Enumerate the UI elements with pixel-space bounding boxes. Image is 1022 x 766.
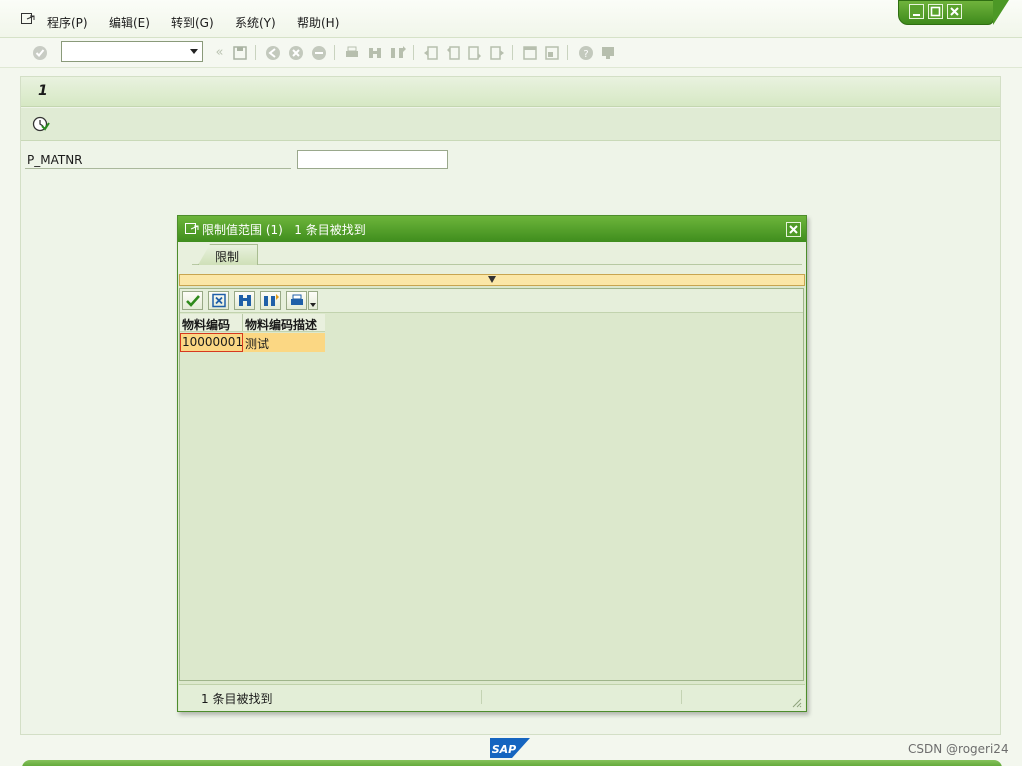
dialog-status-bar: 1 条目被找到: [179, 684, 805, 711]
watermark: CSDN @rogeri24: [908, 742, 1009, 756]
cell-material-code[interactable]: 10000001: [180, 333, 243, 352]
dialog-title: 限制值范围 (1) 1 条目被找到: [202, 223, 366, 237]
help-icon[interactable]: ?: [577, 44, 594, 61]
back-nav-icon[interactable]: [264, 44, 281, 61]
minimize-button[interactable]: [909, 4, 924, 19]
customize-layout-icon[interactable]: [599, 44, 616, 61]
dialog-titlebar[interactable]: 限制值范围 (1) 1 条目被找到: [178, 216, 806, 242]
last-page-icon[interactable]: [488, 44, 505, 61]
cancel-icon: [211, 293, 226, 308]
cancel-button[interactable]: [208, 291, 229, 310]
find-next-icon[interactable]: [389, 44, 406, 61]
table-row[interactable]: 10000001 测试: [180, 333, 325, 352]
print-icon: [290, 294, 303, 305]
cancel-icon[interactable]: [310, 44, 327, 61]
maximize-icon: [930, 6, 941, 17]
find-next-icon: [263, 294, 279, 306]
triangle-down-icon: [488, 276, 496, 283]
title-bar: 1: [21, 77, 1000, 107]
tab-label: 限制: [215, 250, 240, 264]
execute-icon[interactable]: [32, 115, 50, 133]
command-field[interactable]: [61, 41, 203, 62]
toolbar-separator: [255, 45, 256, 60]
copy-button[interactable]: [182, 291, 203, 310]
hit-list-grid: 物料编码 物料编码描述 10000001 测试: [179, 288, 804, 681]
close-icon: [789, 225, 798, 234]
value-help-dialog: 限制值范围 (1) 1 条目被找到 限制 物料编码 物料编码描述 1000000…: [177, 215, 807, 712]
collapse-restrictions-bar[interactable]: [179, 274, 805, 286]
status-bar-strip: [22, 760, 1002, 766]
toolbar-separator: [567, 45, 568, 60]
menu-edit[interactable]: 编辑(E): [109, 14, 150, 31]
previous-page-icon[interactable]: [444, 44, 461, 61]
application-toolbar: [21, 108, 1000, 141]
print-button[interactable]: [286, 291, 307, 310]
divider: [481, 690, 482, 704]
parameter-label: P_MATNR: [27, 153, 83, 167]
system-menu-icon[interactable]: [21, 13, 35, 25]
grid-toolbar: [180, 289, 803, 313]
back-arrows-icon[interactable]: «: [211, 44, 228, 61]
resize-grip-icon[interactable]: [790, 696, 802, 708]
find-button[interactable]: [234, 291, 255, 310]
next-page-icon[interactable]: [466, 44, 483, 61]
binoculars-icon: [238, 295, 251, 306]
window-controls: [898, 0, 1009, 25]
close-window-button[interactable]: [947, 4, 962, 19]
cell-material-description[interactable]: 测试: [243, 333, 325, 352]
new-session-icon[interactable]: [521, 44, 538, 61]
print-options-dropdown[interactable]: [308, 291, 318, 310]
tab-strip: 限制: [178, 242, 806, 274]
toolbar-separator: [334, 45, 335, 60]
column-header-material-description[interactable]: 物料编码描述: [243, 314, 325, 332]
p-matnr-input[interactable]: [297, 150, 448, 169]
enter-icon[interactable]: [31, 44, 48, 61]
toolbar-separator: [512, 45, 513, 60]
menu-system[interactable]: 系统(Y): [235, 14, 276, 31]
tab-restrictions[interactable]: 限制: [198, 244, 258, 265]
minimize-icon: [913, 14, 920, 16]
grid-header: 物料编码 物料编码描述: [180, 314, 325, 332]
print-icon[interactable]: [343, 44, 360, 61]
chevron-down-icon[interactable]: [190, 49, 198, 54]
save-icon[interactable]: [231, 44, 248, 61]
shortcut-icon[interactable]: [543, 44, 560, 61]
svg-text:SAP: SAP: [492, 743, 517, 756]
menu-help[interactable]: 帮助(H): [297, 14, 339, 31]
dialog-close-button[interactable]: [786, 222, 801, 237]
menu-bar: 程序(P) 编辑(E) 转到(G) 系统(Y) 帮助(H): [0, 0, 1022, 38]
column-header-material-code[interactable]: 物料编码: [180, 314, 243, 332]
divider: [192, 264, 802, 265]
divider: [25, 168, 291, 169]
page-title: 1: [38, 83, 48, 99]
status-text: 1 条目被找到: [201, 692, 273, 706]
system-menu-icon[interactable]: [185, 223, 199, 235]
menu-program[interactable]: 程序(P): [47, 14, 88, 31]
close-icon: [950, 7, 959, 16]
divider: [681, 690, 682, 704]
first-page-icon[interactable]: [422, 44, 439, 61]
maximize-button[interactable]: [928, 4, 943, 19]
svg-text:?: ?: [583, 49, 588, 60]
find-icon[interactable]: [366, 44, 383, 61]
sap-logo: SAP: [490, 738, 530, 758]
find-next-button[interactable]: [260, 291, 281, 310]
menu-goto[interactable]: 转到(G): [171, 14, 214, 31]
exit-icon[interactable]: [287, 44, 304, 61]
toolbar-separator: [413, 45, 414, 60]
check-icon: [185, 295, 200, 307]
